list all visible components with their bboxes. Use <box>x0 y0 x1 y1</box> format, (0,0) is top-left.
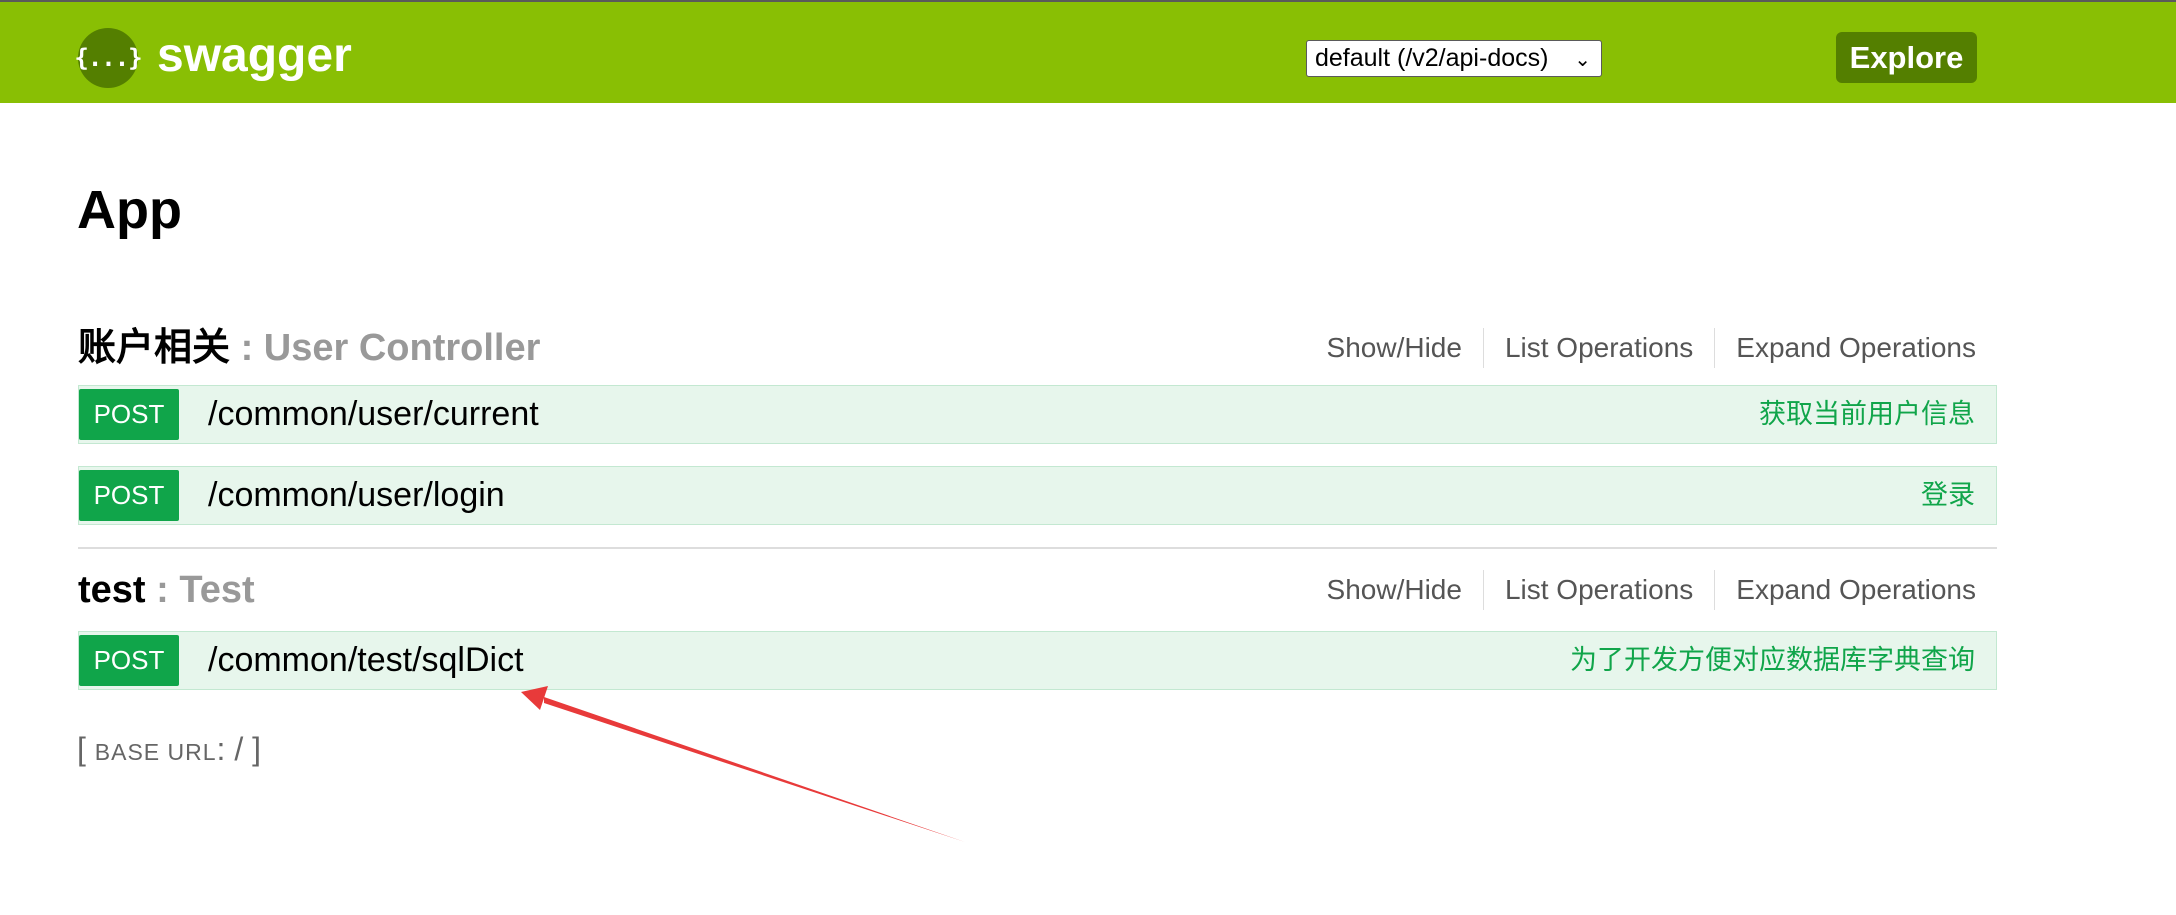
resource-title[interactable]: test : Test <box>78 562 255 618</box>
arrow-shaft <box>544 697 965 842</box>
swagger-logo-icon[interactable]: {...} <box>74 28 143 88</box>
show-hide-link[interactable]: Show/Hide <box>1327 328 1462 368</box>
base-url-value: : / <box>216 731 244 767</box>
resource-description[interactable]: : Test <box>156 569 255 611</box>
http-method-badge[interactable]: POST <box>79 635 179 686</box>
action-divider <box>1482 328 1484 368</box>
operation-row[interactable]: POST /common/test/sqlDict 为了开发方便对应数据库字典查… <box>78 631 1997 690</box>
http-method-badge[interactable]: POST <box>79 470 179 521</box>
resource-test: test : Test Show/Hide List Operations Ex… <box>78 562 1997 712</box>
operation-summary[interactable]: 获取当前用户信息 <box>1759 386 1975 443</box>
operation-path[interactable]: /common/test/sqlDict <box>208 632 524 689</box>
explore-button[interactable]: Explore <box>1836 32 1977 83</box>
operation-path[interactable]: /common/user/current <box>208 386 539 443</box>
action-divider <box>1714 328 1716 368</box>
base-url-label: BASE URL <box>94 739 217 765</box>
operation-summary[interactable]: 为了开发方便对应数据库字典查询 <box>1570 632 1975 689</box>
operation-summary[interactable]: 登录 <box>1921 467 1975 524</box>
resource-header: test : Test Show/Hide List Operations Ex… <box>78 562 1997 618</box>
resource-actions: Show/Hide List Operations Expand Operati… <box>1327 328 1976 368</box>
operation-row[interactable]: POST /common/user/current 获取当前用户信息 <box>78 385 1997 444</box>
operation-row[interactable]: POST /common/user/login 登录 <box>78 466 1997 525</box>
base-url-info: [ BASE URL: / ] <box>77 727 261 774</box>
resource-actions: Show/Hide List Operations Expand Operati… <box>1327 570 1976 610</box>
list-operations-link[interactable]: List Operations <box>1505 328 1693 368</box>
api-spec-select-value: default (/v2/api-docs) <box>1315 44 1549 72</box>
list-operations-link[interactable]: List Operations <box>1505 570 1693 610</box>
close-bracket: ] <box>252 731 261 767</box>
show-hide-link[interactable]: Show/Hide <box>1327 570 1462 610</box>
resource-description[interactable]: : User Controller <box>241 327 541 369</box>
top-bar: {...} swagger default (/v2/api-docs) ⌄ E… <box>0 0 2176 103</box>
http-method-badge[interactable]: POST <box>79 389 179 440</box>
resource-header: 账户相关 : User Controller Show/Hide List Op… <box>78 320 1997 376</box>
open-bracket: [ <box>77 731 86 767</box>
resource-name[interactable]: test <box>78 569 146 611</box>
api-spec-select[interactable]: default (/v2/api-docs) ⌄ <box>1306 40 1602 77</box>
expand-operations-link[interactable]: Expand Operations <box>1736 328 1976 368</box>
page-title: App <box>77 180 182 240</box>
resource-title[interactable]: 账户相关 : User Controller <box>78 320 540 376</box>
resource-user-controller: 账户相关 : User Controller Show/Hide List Op… <box>78 320 1997 547</box>
swagger-logo-text[interactable]: swagger <box>157 26 352 86</box>
action-divider <box>1482 570 1484 610</box>
resource-name[interactable]: 账户相关 <box>78 327 230 369</box>
action-divider <box>1714 570 1716 610</box>
chevron-down-icon: ⌄ <box>1574 49 1591 71</box>
expand-operations-link[interactable]: Expand Operations <box>1736 570 1976 610</box>
operation-path[interactable]: /common/user/login <box>208 467 505 524</box>
resource-divider <box>78 547 1997 549</box>
